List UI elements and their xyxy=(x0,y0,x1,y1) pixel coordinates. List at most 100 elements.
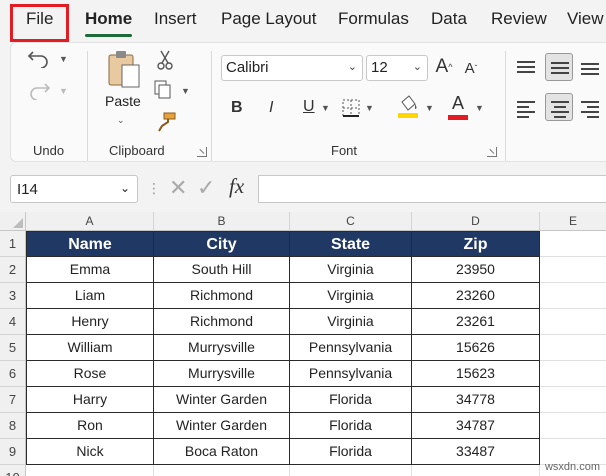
enter-icon[interactable]: ✓ xyxy=(197,175,215,201)
row-header[interactable]: 2 xyxy=(0,257,26,283)
table-cell[interactable]: Henry xyxy=(26,309,154,335)
row-header[interactable]: 4 xyxy=(0,309,26,335)
table-cell[interactable]: Florida xyxy=(290,387,412,413)
font-color-dropdown-icon[interactable]: ▼ xyxy=(475,103,484,113)
tab-review[interactable]: Review xyxy=(491,9,547,29)
row-header[interactable]: 9 xyxy=(0,439,26,465)
tab-view[interactable]: View xyxy=(567,9,604,29)
copy-icon[interactable] xyxy=(153,79,173,101)
tab-page-layout[interactable]: Page Layout xyxy=(221,9,316,29)
table-cell[interactable]: 23261 xyxy=(412,309,540,335)
undo-dropdown-icon[interactable]: ▼ xyxy=(59,54,68,64)
table-cell[interactable]: South Hill xyxy=(154,257,290,283)
table-cell[interactable]: 23260 xyxy=(412,283,540,309)
underline-icon[interactable]: U xyxy=(303,98,315,116)
name-box[interactable]: I14 ⌄ xyxy=(10,175,138,203)
table-cell[interactable]: Florida xyxy=(290,439,412,465)
paste-icon[interactable] xyxy=(105,49,143,89)
table-cell[interactable]: Winter Garden xyxy=(154,387,290,413)
italic-icon[interactable]: I xyxy=(269,99,273,117)
underline-dropdown-icon[interactable]: ▼ xyxy=(321,103,330,113)
table-cell[interactable]: 34778 xyxy=(412,387,540,413)
table-cell[interactable]: Pennsylvania xyxy=(290,361,412,387)
tab-home[interactable]: Home xyxy=(85,9,132,29)
bottom-align-button[interactable] xyxy=(577,55,605,83)
column-header-a[interactable]: A xyxy=(26,212,154,231)
align-right-button[interactable] xyxy=(577,95,605,123)
font-launcher-icon[interactable] xyxy=(487,147,497,157)
table-cell[interactable]: Pennsylvania xyxy=(290,335,412,361)
font-size-select[interactable]: 12 ⌄ xyxy=(366,55,428,81)
cancel-icon[interactable]: ✕ xyxy=(169,175,187,201)
copy-dropdown-icon[interactable]: ▼ xyxy=(181,86,190,96)
format-painter-icon[interactable] xyxy=(155,111,177,133)
table-cell[interactable]: Murrysville xyxy=(154,335,290,361)
table-header-cell[interactable]: Name xyxy=(26,231,154,257)
table-cell[interactable]: William xyxy=(26,335,154,361)
increase-font-size-icon[interactable]: A ^ xyxy=(433,55,455,79)
table-cell[interactable]: 23950 xyxy=(412,257,540,283)
tab-insert[interactable]: Insert xyxy=(154,9,197,29)
table-cell[interactable]: Winter Garden xyxy=(154,413,290,439)
fill-color-icon[interactable] xyxy=(396,93,420,121)
font-color-icon[interactable]: A xyxy=(447,93,469,121)
row-header[interactable]: 1 xyxy=(0,231,26,257)
table-cell[interactable]: Murrysville xyxy=(154,361,290,387)
clipboard-launcher-icon[interactable] xyxy=(197,147,207,157)
row-header[interactable]: 7 xyxy=(0,387,26,413)
bold-icon[interactable]: B xyxy=(231,99,243,117)
undo-icon[interactable] xyxy=(27,47,51,69)
row-header[interactable]: 6 xyxy=(0,361,26,387)
row-header[interactable]: 5 xyxy=(0,335,26,361)
column-header-d[interactable]: D xyxy=(412,212,540,231)
table-header-cell[interactable]: Zip xyxy=(412,231,540,257)
table-cell[interactable]: Richmond xyxy=(154,283,290,309)
redo-icon[interactable] xyxy=(27,79,51,101)
borders-dropdown-icon[interactable]: ▼ xyxy=(365,103,374,113)
table-cell[interactable]: Harry xyxy=(26,387,154,413)
row-header[interactable]: 3 xyxy=(0,283,26,309)
table-header-cell[interactable]: State xyxy=(290,231,412,257)
column-header-b[interactable]: B xyxy=(154,212,290,231)
table-cell[interactable]: 15623 xyxy=(412,361,540,387)
table-cell[interactable]: Boca Raton xyxy=(154,439,290,465)
select-all-button[interactable] xyxy=(0,212,26,231)
align-center-button[interactable] xyxy=(545,93,573,121)
fill-color-dropdown-icon[interactable]: ▼ xyxy=(425,103,434,113)
paste-dropdown-icon[interactable]: ⌄ xyxy=(117,115,125,126)
table-cell[interactable]: 33487 xyxy=(412,439,540,465)
table-cell[interactable]: Florida xyxy=(290,413,412,439)
table-cell[interactable]: Rose xyxy=(26,361,154,387)
table-cell[interactable]: Nick xyxy=(26,439,154,465)
table-cell[interactable]: Virginia xyxy=(290,283,412,309)
insert-function-icon[interactable]: fx xyxy=(229,174,244,199)
table-cell[interactable]: Virginia xyxy=(290,309,412,335)
table-cell[interactable]: 15626 xyxy=(412,335,540,361)
cut-icon[interactable] xyxy=(155,49,175,71)
middle-align-button[interactable] xyxy=(545,53,573,81)
column-header-e[interactable]: E xyxy=(540,212,606,231)
table-cell[interactable]: Ron xyxy=(26,413,154,439)
drag-handle-icon[interactable]: ⋮ xyxy=(147,180,161,197)
top-align-button[interactable] xyxy=(513,55,541,83)
font-size-value: 12 xyxy=(371,59,388,76)
table-cell[interactable]: 34787 xyxy=(412,413,540,439)
table-cell[interactable]: Liam xyxy=(26,283,154,309)
decrease-font-size-icon[interactable]: Aˇ xyxy=(461,57,481,79)
borders-icon[interactable] xyxy=(341,97,361,119)
paste-label[interactable]: Paste xyxy=(105,93,141,109)
table-cell[interactable]: Virginia xyxy=(290,257,412,283)
table-header-cell[interactable]: City xyxy=(154,231,290,257)
table-cell[interactable]: Emma xyxy=(26,257,154,283)
formula-input[interactable] xyxy=(258,175,606,203)
font-name-select[interactable]: Calibri ⌄ xyxy=(221,55,363,81)
group-divider xyxy=(87,51,88,161)
redo-dropdown-icon[interactable]: ▼ xyxy=(59,86,68,96)
align-left-button[interactable] xyxy=(513,95,541,123)
column-header-c[interactable]: C xyxy=(290,212,412,231)
row-header[interactable]: 10 xyxy=(0,465,26,476)
tab-formulas[interactable]: Formulas xyxy=(338,9,409,29)
tab-data[interactable]: Data xyxy=(431,9,467,29)
row-header[interactable]: 8 xyxy=(0,413,26,439)
table-cell[interactable]: Richmond xyxy=(154,309,290,335)
